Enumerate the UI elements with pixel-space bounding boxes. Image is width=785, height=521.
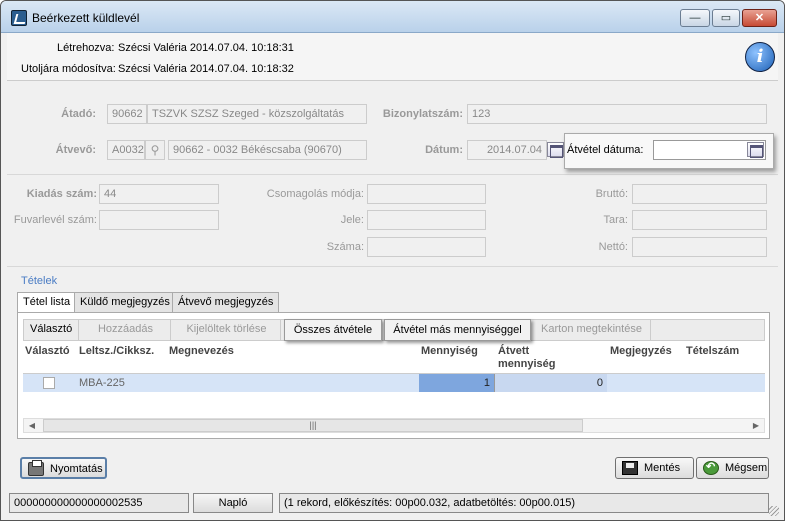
created-label: Létrehozva: [57,42,115,54]
datum-label: Dátum: [425,144,463,156]
atado-name-field[interactable]: TSZVK SZSZ Szeged - közszolgáltatás [147,104,367,124]
fuvarlevel-label: Fuvarlevél szám: [13,214,97,226]
brutto-label: Bruttó: [595,188,628,200]
fuvarlevel-field[interactable] [99,210,219,230]
row-code-cell: MBA-225 [79,377,125,389]
print-button[interactable]: Nyomtatás [20,457,107,479]
modified-value: Szécsi Valéria 2014.07.04. 10:18:32 [118,63,294,75]
info-icon[interactable]: i [745,42,775,72]
created-value: Szécsi Valéria 2014.07.04. 10:18:31 [118,42,294,54]
tara-label: Tara: [603,214,628,226]
atvevo-code-field[interactable]: A0032 [107,140,145,160]
row-note-cell [607,374,683,392]
column-header-accepted-quantity[interactable]: Átvett mennyiség [498,345,578,371]
scroll-left-icon[interactable]: ◀ [24,419,40,432]
bizonylat-label: Bizonylatszám: [382,108,463,120]
tab-receiver-note[interactable]: Átvevő megjegyzés [172,292,280,312]
row-item-number-cell [683,374,765,392]
scroll-right-icon[interactable]: ▶ [748,419,764,432]
row-name-cell [167,374,419,392]
atvevo-label: Átvevő: [55,144,96,156]
kiadas-label: Kiadás szám: [26,188,97,200]
selector-button[interactable]: Választó [24,319,79,341]
accept-other-quantity-button[interactable]: Átvétel más mennyiséggel [384,319,531,341]
printer-icon [28,460,44,476]
row-select-checkbox[interactable] [43,377,55,389]
delete-selected-button[interactable]: Kijelöltek törlése [173,319,281,341]
log-button[interactable]: Napló [193,493,273,513]
save-button[interactable]: Mentés [615,457,694,479]
column-header-name[interactable]: Megnevezés [169,345,234,358]
main-window: Beérkezett küldlevél — ▭ ✕ Létrehozva: S… [0,0,785,521]
row-quantity-cell: 1 [419,374,494,392]
atado-label: Átadó: [61,108,96,120]
netto-field[interactable] [632,237,767,257]
kiadas-field[interactable]: 44 [99,184,219,204]
szama-field[interactable] [367,237,486,257]
floppy-disk-icon [622,461,638,475]
column-header-code[interactable]: Leltsz./Cikksz. [79,345,154,358]
atvevo-name-field[interactable]: 90662 - 0032 Békéscsaba (90670) [168,140,367,160]
tara-field[interactable] [632,210,767,230]
csomagolas-field[interactable] [367,184,486,204]
lookup-key-icon[interactable]: ⚲ [145,140,165,160]
szama-label: Száma: [326,241,364,253]
print-button-label: Nyomtatás [50,463,103,475]
jele-field[interactable] [367,210,486,230]
atado-code-field[interactable]: 90662 [107,104,147,124]
modified-label: Utoljára módosítva: [21,63,116,75]
column-header-selector[interactable]: Választó [25,345,70,358]
items-group-title: Tételek [21,275,58,287]
scroll-thumb[interactable]: ||| [43,419,583,432]
column-header-item-number[interactable]: Tételszám [686,345,739,358]
jele-label: Jele: [340,214,364,226]
tab-item-list[interactable]: Tétel lista [17,292,77,313]
status-message: (1 rekord, előkészítés: 00p00.032, adatb… [279,493,769,513]
cancel-button[interactable]: Mégsem [696,457,769,479]
cancel-button-label: Mégsem [725,462,768,474]
minimize-button[interactable]: — [680,9,710,27]
accept-all-button[interactable]: Összes átvétele [284,319,382,341]
netto-label: Nettó: [598,241,628,253]
undo-icon [703,460,719,475]
record-id-field: 000000000000000002535 [9,493,189,513]
datum-field[interactable]: 2014.07.04 [467,140,547,160]
column-header-quantity[interactable]: Mennyiség [421,345,478,358]
column-header-note[interactable]: Megjegyzés [610,345,672,358]
view-card-button[interactable]: Karton megtekintése [533,319,651,341]
calendar-icon[interactable] [547,142,564,158]
add-button[interactable]: Hozzáadás [81,319,171,341]
bizonylat-field[interactable]: 123 [467,104,767,124]
atvetel-datum-label: Átvétel dátuma: [567,144,644,156]
app-icon [11,10,27,26]
tab-sender-note[interactable]: Küldő megjegyzés [74,292,176,312]
resize-grip-icon[interactable] [769,506,779,516]
brutto-field[interactable] [632,184,767,204]
maximize-button[interactable]: ▭ [712,9,740,27]
save-button-label: Mentés [644,462,681,474]
csomagolas-label: Csomagolás módja: [266,188,364,200]
close-button[interactable]: ✕ [742,9,777,27]
calendar-icon[interactable] [747,142,764,158]
window-title: Beérkezett küldlevél [32,11,140,25]
row-accepted-quantity-cell[interactable]: 0 [494,374,607,392]
